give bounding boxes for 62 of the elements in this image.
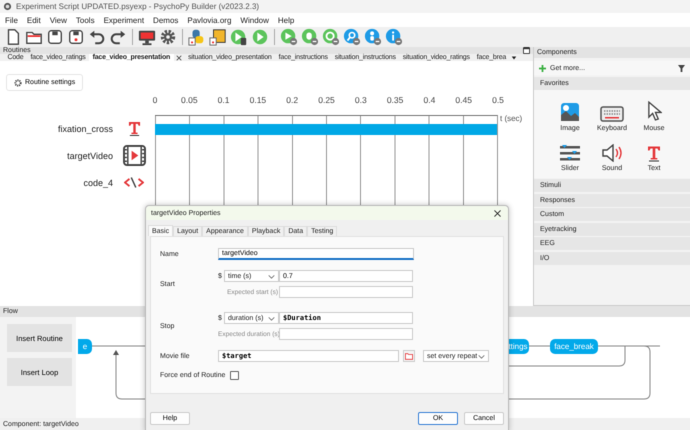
speaker-icon[interactable] [601, 144, 623, 162]
window-title: Experiment Script UPDATED.psyexp - PsychoPy Builder (v2023.2.3) [16, 2, 260, 11]
filter-icon[interactable] [678, 64, 685, 72]
save-icon[interactable] [46, 28, 64, 46]
caret-icon [268, 275, 275, 279]
component-name[interactable]: targetVideo [0, 142, 113, 169]
menu-item[interactable]: Help [278, 16, 294, 24]
image-icon[interactable] [560, 102, 580, 122]
tick-label: 0.45 [455, 95, 472, 105]
checkbox[interactable] [230, 371, 240, 380]
app-icon [3, 2, 12, 11]
menu-item[interactable]: Edit [26, 16, 41, 24]
tick-label: 0.2 [286, 95, 298, 105]
close-icon[interactable] [176, 54, 182, 60]
expected-field[interactable] [279, 328, 413, 340]
maximize-icon[interactable] [523, 47, 530, 54]
slider-icon[interactable] [559, 144, 581, 162]
tick-label: 0.25 [318, 95, 335, 105]
undo-icon[interactable] [88, 28, 106, 46]
search-icon[interactable] [343, 28, 361, 46]
pointer-icon[interactable] [646, 100, 662, 122]
menu-item[interactable]: Tools [76, 16, 95, 24]
play-icon[interactable] [280, 28, 298, 46]
monitor-icon[interactable] [138, 28, 156, 46]
menu-item[interactable]: Pavlovia.org [187, 16, 232, 24]
script-icon[interactable] [188, 28, 206, 46]
text-icon[interactable] [647, 144, 661, 162]
caret-icon [478, 355, 485, 359]
tick-label: 0.4 [423, 95, 436, 105]
info-icon[interactable] [385, 28, 403, 46]
plus-icon[interactable] [539, 64, 546, 72]
tick-label: 0 [152, 95, 158, 105]
menu-item[interactable]: File [5, 16, 18, 24]
tick-label: 0.3 [354, 95, 367, 105]
tick-label: 0.15 [250, 95, 266, 105]
tick-label: 0.5 [492, 95, 504, 105]
code-icon[interactable] [124, 177, 144, 188]
component-name[interactable]: fixation_cross [0, 115, 113, 142]
tick-label: 0.35 [386, 95, 404, 105]
tick-label: 0.1 [218, 95, 230, 105]
loop-line[interactable] [508, 356, 626, 366]
menu-item[interactable]: Demos [153, 16, 178, 24]
menu-item[interactable]: Experiment [104, 16, 144, 24]
menu-item[interactable]: Window [240, 16, 269, 24]
video-icon[interactable] [122, 145, 146, 166]
browse-button[interactable] [403, 350, 415, 362]
expected-field[interactable] [279, 286, 413, 298]
redo-icon[interactable] [109, 28, 127, 46]
text-icon[interactable] [128, 121, 140, 136]
tick-label: 0.05 [181, 95, 198, 105]
menu-item[interactable]: View [50, 16, 67, 24]
close-icon[interactable] [494, 210, 501, 216]
play-icon[interactable] [230, 28, 248, 46]
component-name[interactable]: code_4 [0, 169, 113, 196]
settings-icon[interactable] [159, 28, 177, 46]
caret-icon [268, 317, 275, 321]
gear-icon [14, 78, 22, 86]
keyboard-icon[interactable] [600, 106, 624, 122]
save-as-icon[interactable] [67, 28, 85, 46]
axis-label: t (sec) [499, 113, 522, 125]
person-icon[interactable] [364, 28, 382, 46]
document-icon[interactable] [209, 28, 227, 46]
